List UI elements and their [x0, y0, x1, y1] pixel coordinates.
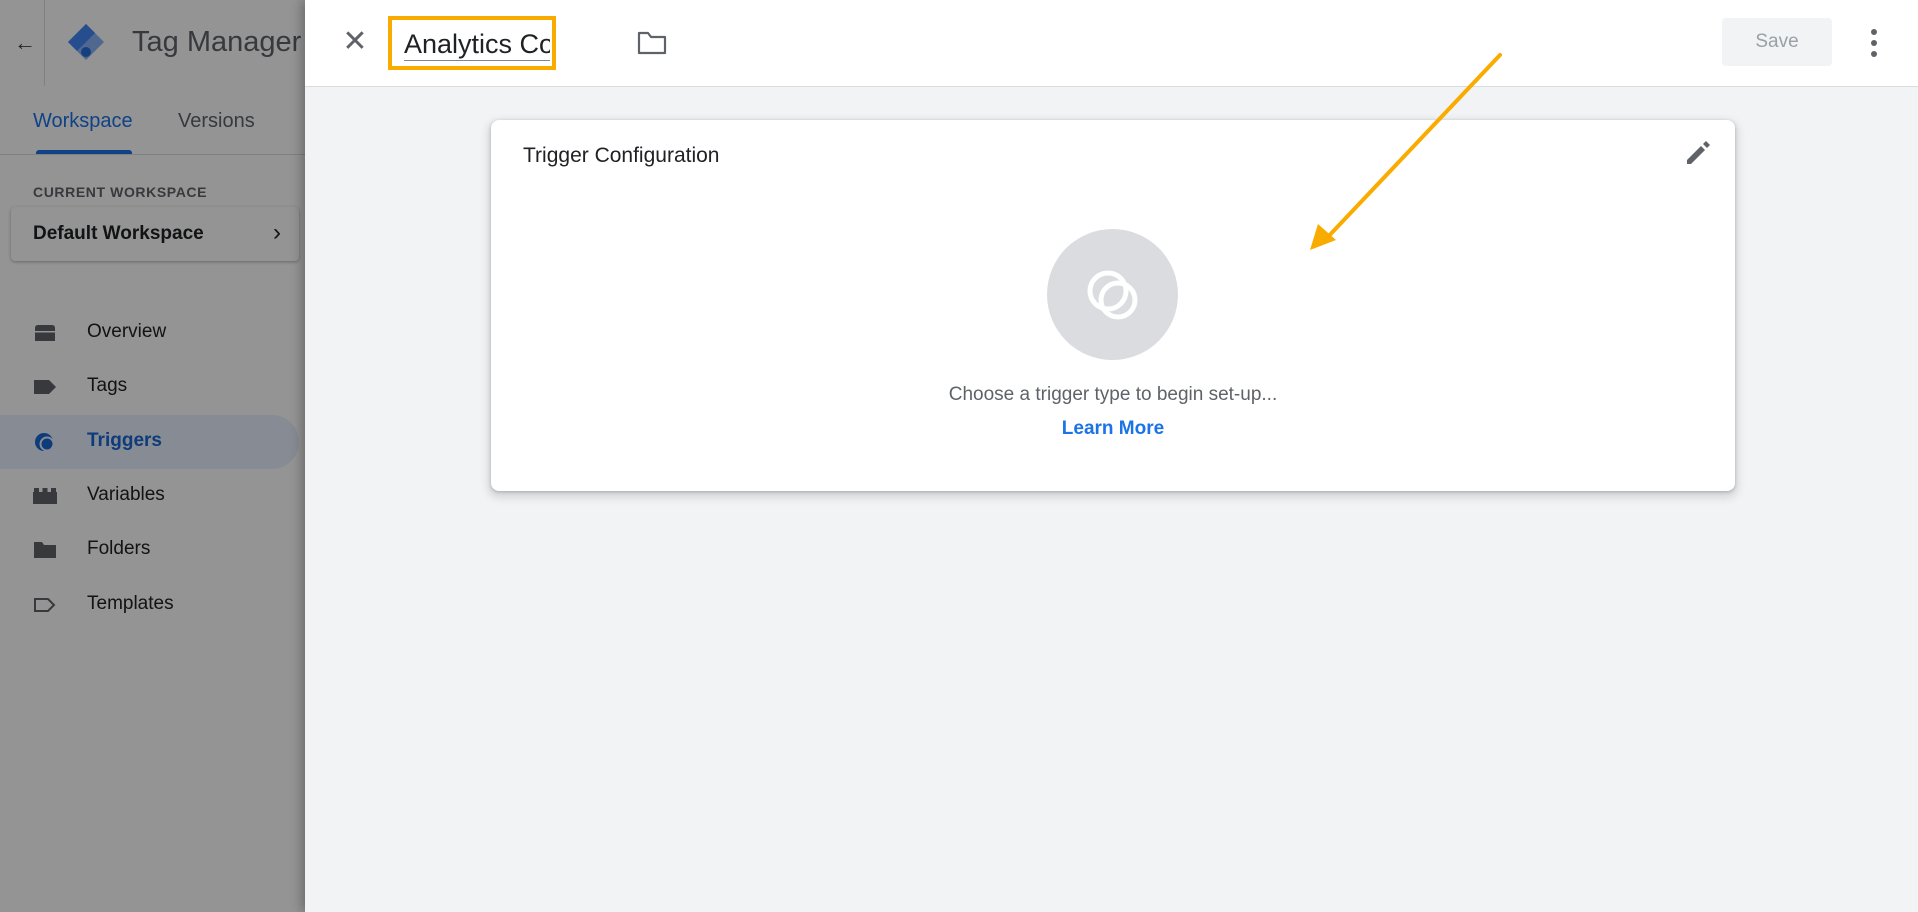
- app-header: ← Tag Manager: [0, 0, 305, 87]
- workspace-selector[interactable]: Default Workspace ›: [11, 207, 299, 261]
- workspace-name: Default Workspace: [33, 223, 204, 244]
- card-title: Trigger Configuration: [523, 144, 720, 167]
- trigger-name-input[interactable]: [404, 28, 550, 61]
- overview-icon: [35, 325, 55, 341]
- trigger-icon: [35, 433, 55, 452]
- app-sidebar: ← Tag Manager Workspace Versions CURRENT…: [0, 0, 305, 912]
- tag-icon: [34, 380, 56, 394]
- sidebar-item-folders[interactable]: Folders: [0, 523, 299, 577]
- more-vert-icon[interactable]: [1862, 26, 1886, 60]
- gtm-logo: [68, 24, 104, 60]
- active-tab-indicator: [36, 150, 132, 154]
- sidebar-item-label: Overview: [87, 321, 167, 342]
- folder-icon: [34, 542, 56, 558]
- sidebar-item-label: Triggers: [87, 430, 162, 451]
- sidebar-item-label: Templates: [87, 593, 174, 614]
- sidebar-item-label: Folders: [87, 538, 151, 559]
- trigger-hint-text: Choose a trigger type to begin set-up...: [948, 384, 1278, 405]
- folder-outline-icon[interactable]: [637, 30, 667, 56]
- trigger-editor-panel: ✕ Save Trigger Configuration Choose a tr…: [305, 0, 1918, 912]
- sidebar-item-triggers[interactable]: Triggers: [0, 415, 299, 469]
- close-icon[interactable]: ✕: [337, 24, 373, 60]
- sidebar-item-variables[interactable]: Variables: [0, 469, 299, 523]
- save-button[interactable]: Save: [1722, 18, 1832, 66]
- pencil-icon[interactable]: [1681, 136, 1715, 170]
- choose-trigger-type-button[interactable]: [1047, 229, 1178, 360]
- chevron-right-icon: ›: [273, 219, 281, 246]
- trigger-configuration-card[interactable]: Trigger Configuration Choose a trigger t…: [491, 120, 1735, 491]
- app-title: Tag Manager: [132, 26, 302, 58]
- header-divider: [44, 0, 45, 86]
- current-workspace-label: CURRENT WORKSPACE: [33, 184, 208, 200]
- sidebar-item-tags[interactable]: Tags: [0, 360, 299, 414]
- sidebar-item-label: Variables: [87, 484, 165, 505]
- variables-icon: [33, 488, 57, 504]
- arrow-back-icon[interactable]: ←: [10, 28, 40, 58]
- workspace-tabs: Workspace Versions: [0, 86, 305, 155]
- editor-header: ✕ Save: [305, 0, 1918, 87]
- tab-versions[interactable]: Versions: [178, 110, 255, 133]
- sidebar-item-label: Tags: [87, 375, 128, 396]
- trigger-type-icon: [1087, 270, 1138, 320]
- templates-icon: [34, 598, 56, 612]
- sidebar-item-templates[interactable]: Templates: [0, 578, 299, 632]
- sidebar-item-overview[interactable]: Overview: [0, 306, 299, 360]
- name-highlight: [388, 16, 556, 70]
- learn-more-link[interactable]: Learn More: [491, 418, 1735, 440]
- tab-workspace[interactable]: Workspace: [33, 110, 133, 133]
